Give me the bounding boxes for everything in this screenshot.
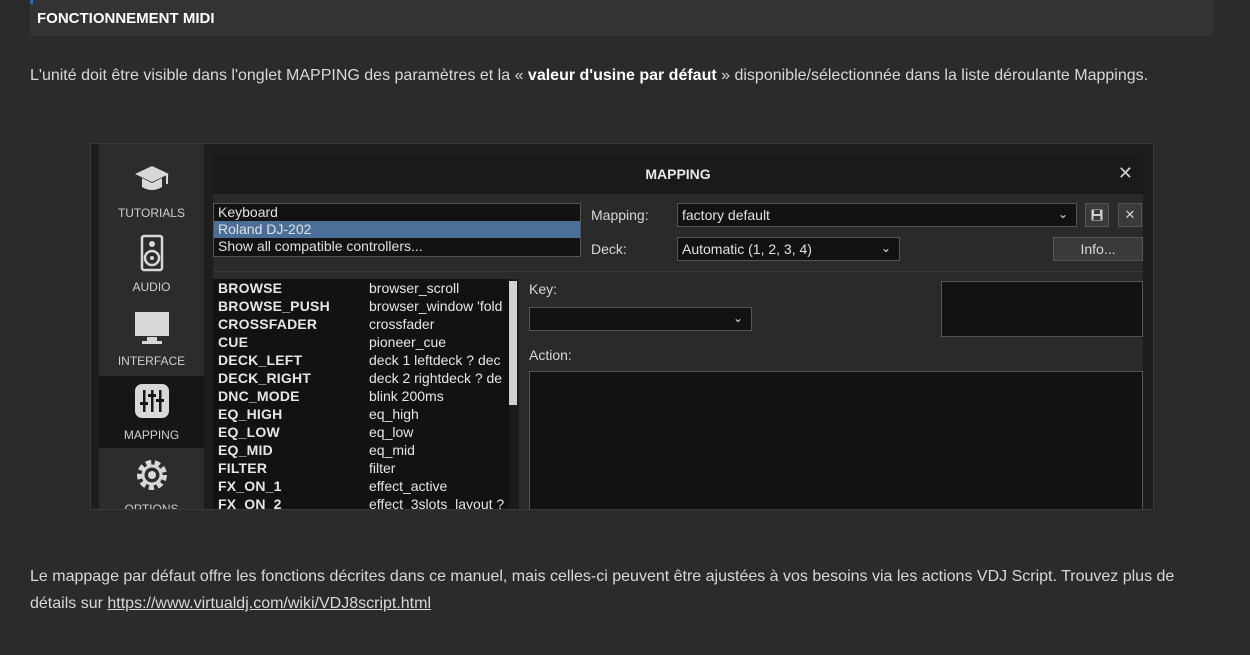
graduation-cap-icon bbox=[135, 166, 169, 190]
info-button[interactable]: Info... bbox=[1053, 237, 1143, 261]
key-action: filter bbox=[369, 460, 396, 476]
key-name: DECK_RIGHT bbox=[218, 370, 312, 386]
key-action: eq_mid bbox=[369, 442, 415, 458]
sidebar-label-interface: INTERFACE bbox=[117, 354, 186, 368]
delete-mapping-button[interactable]: ✕ bbox=[1118, 203, 1142, 227]
gear-icon bbox=[137, 460, 167, 490]
intro-bold: valeur d'usine par défaut bbox=[527, 67, 717, 84]
save-mapping-button[interactable] bbox=[1085, 203, 1109, 227]
key-select[interactable]: ⌄ bbox=[529, 307, 752, 331]
key-name: EQ_LOW bbox=[218, 424, 280, 440]
key-row[interactable]: EQ_HIGH eq_high bbox=[213, 405, 519, 423]
section-header: FONCTIONNEMENT MIDI bbox=[30, 0, 1213, 36]
mapping-label: Mapping: bbox=[591, 207, 649, 223]
sidebar-item-tutorials[interactable]: TUTORIALS bbox=[99, 154, 204, 226]
key-action: pioneer_cue bbox=[369, 334, 447, 350]
key-name: BROWSE bbox=[218, 280, 283, 296]
deck-select[interactable]: Automatic (1, 2, 3, 4) ⌄ bbox=[677, 237, 900, 261]
section-title: FONCTIONNEMENT MIDI bbox=[37, 10, 215, 27]
key-list[interactable]: BROWSE browser_scroll BROWSE_PUSH browser_w… bbox=[213, 279, 519, 510]
monitor-icon bbox=[135, 312, 169, 344]
key-info-box bbox=[941, 281, 1143, 337]
action-editor[interactable] bbox=[529, 371, 1143, 509]
key-row[interactable]: BROWSE_PUSH browser_window 'fold bbox=[213, 297, 519, 315]
sidebar-label-mapping: MAPPING bbox=[123, 428, 180, 442]
key-row[interactable]: BROWSE browser_scroll bbox=[213, 279, 519, 297]
controller-item-keyboard[interactable]: Keyboard bbox=[214, 204, 580, 221]
key-name: FX_ON_1 bbox=[218, 478, 282, 494]
action-label: Action: bbox=[529, 347, 572, 363]
key-name: FILTER bbox=[218, 460, 268, 476]
key-action: effect_active bbox=[369, 478, 448, 494]
key-action: effect_3slots_layout ? bbox=[369, 496, 505, 510]
key-name: EQ_HIGH bbox=[218, 406, 283, 422]
key-action: browser_window 'fold bbox=[369, 298, 503, 314]
controller-item-show-all[interactable]: Show all compatible controllers... bbox=[214, 238, 580, 255]
key-name: BROWSE_PUSH bbox=[218, 298, 330, 314]
close-icon[interactable]: ✕ bbox=[1118, 163, 1133, 184]
key-row[interactable]: FX_ON_2 effect_3slots_layout ? bbox=[213, 495, 519, 510]
intro-paragraph: L'unité doit être visible dans l'onglet … bbox=[30, 62, 1200, 89]
key-row[interactable]: CUE pioneer_cue bbox=[213, 333, 519, 351]
key-action: blink 200ms bbox=[369, 388, 444, 404]
panel-divider bbox=[213, 271, 1143, 272]
sidebar-label-audio: AUDIO bbox=[132, 280, 171, 294]
key-row[interactable]: FX_ON_1 effect_active bbox=[213, 477, 519, 495]
key-row[interactable]: CROSSFADER crossfader bbox=[213, 315, 519, 333]
sidebar-label-options: OPTIONS bbox=[124, 502, 179, 510]
key-action: eq_low bbox=[369, 424, 414, 440]
sidebar-item-interface[interactable]: INTERFACE bbox=[99, 302, 204, 374]
key-row[interactable]: EQ_LOW eq_low bbox=[213, 423, 519, 441]
floppy-icon bbox=[1091, 209, 1103, 221]
chevron-down-icon: ⌄ bbox=[1057, 207, 1068, 221]
intro-text-after: » disponible/sélectionnée dans la liste … bbox=[716, 67, 1149, 84]
outro-paragraph: Le mappage par défaut offre les fonction… bbox=[30, 563, 1200, 617]
key-action: browser_scroll bbox=[369, 280, 460, 296]
key-row[interactable]: EQ_MID eq_mid bbox=[213, 441, 519, 459]
sidebar-item-audio[interactable]: AUDIO bbox=[99, 228, 204, 300]
key-name: EQ_MID bbox=[218, 442, 273, 458]
key-name: CROSSFADER bbox=[218, 316, 318, 332]
sidebar-item-options[interactable]: OPTIONS bbox=[99, 450, 204, 510]
sidebar-label-tutorials: TUTORIALS bbox=[117, 206, 186, 220]
key-list-scrollbar-thumb[interactable] bbox=[509, 281, 517, 405]
sidebar-item-mapping[interactable]: MAPPING bbox=[99, 376, 204, 448]
mapping-panel: MAPPING ✕ Keyboard Roland DJ-202 Show al… bbox=[213, 154, 1143, 510]
speaker-icon bbox=[140, 234, 164, 272]
key-name: CUE bbox=[218, 334, 249, 350]
mapping-select[interactable]: factory default ⌄ bbox=[677, 203, 1077, 227]
vdj-script-link[interactable]: https://www.virtualdj.com/wiki/VDJ8scrip… bbox=[107, 595, 431, 612]
chevron-down-icon: ⌄ bbox=[732, 311, 743, 325]
controller-item-roland-dj-202[interactable]: Roland DJ-202 bbox=[214, 221, 580, 238]
key-action: crossfader bbox=[369, 316, 435, 332]
key-row[interactable]: FILTER filter bbox=[213, 459, 519, 477]
deck-select-value: Automatic (1, 2, 3, 4) bbox=[682, 241, 812, 257]
header-accent bbox=[30, 0, 33, 4]
mapping-screenshot: TUTORIALS AUDIO INTERFACE MAPPING OPTION… bbox=[90, 143, 1154, 510]
key-name: DECK_LEFT bbox=[218, 352, 303, 368]
sliders-icon bbox=[135, 384, 169, 418]
key-action: eq_high bbox=[369, 406, 419, 422]
key-row[interactable]: DNC_MODE blink 200ms bbox=[213, 387, 519, 405]
key-row[interactable]: DECK_LEFT deck 1 leftdeck ? dec bbox=[213, 351, 519, 369]
mapping-title: MAPPING bbox=[645, 166, 711, 182]
controller-list: Keyboard Roland DJ-202 Show all compatib… bbox=[213, 203, 581, 257]
key-name: DNC_MODE bbox=[218, 388, 300, 404]
settings-sidebar: TUTORIALS AUDIO INTERFACE MAPPING OPTION… bbox=[99, 144, 204, 510]
mapping-select-value: factory default bbox=[682, 207, 770, 223]
key-action: deck 1 leftdeck ? dec bbox=[369, 352, 501, 368]
chevron-down-icon: ⌄ bbox=[880, 241, 891, 255]
key-row[interactable]: DECK_RIGHT deck 2 rightdeck ? de bbox=[213, 369, 519, 387]
deck-label: Deck: bbox=[591, 241, 627, 257]
key-name: FX_ON_2 bbox=[218, 496, 282, 510]
key-label: Key: bbox=[529, 281, 558, 297]
mapping-titlebar: MAPPING ✕ bbox=[213, 154, 1143, 194]
key-action: deck 2 rightdeck ? de bbox=[369, 370, 503, 386]
intro-text-before: L'unité doit être visible dans l'onglet … bbox=[30, 67, 528, 84]
